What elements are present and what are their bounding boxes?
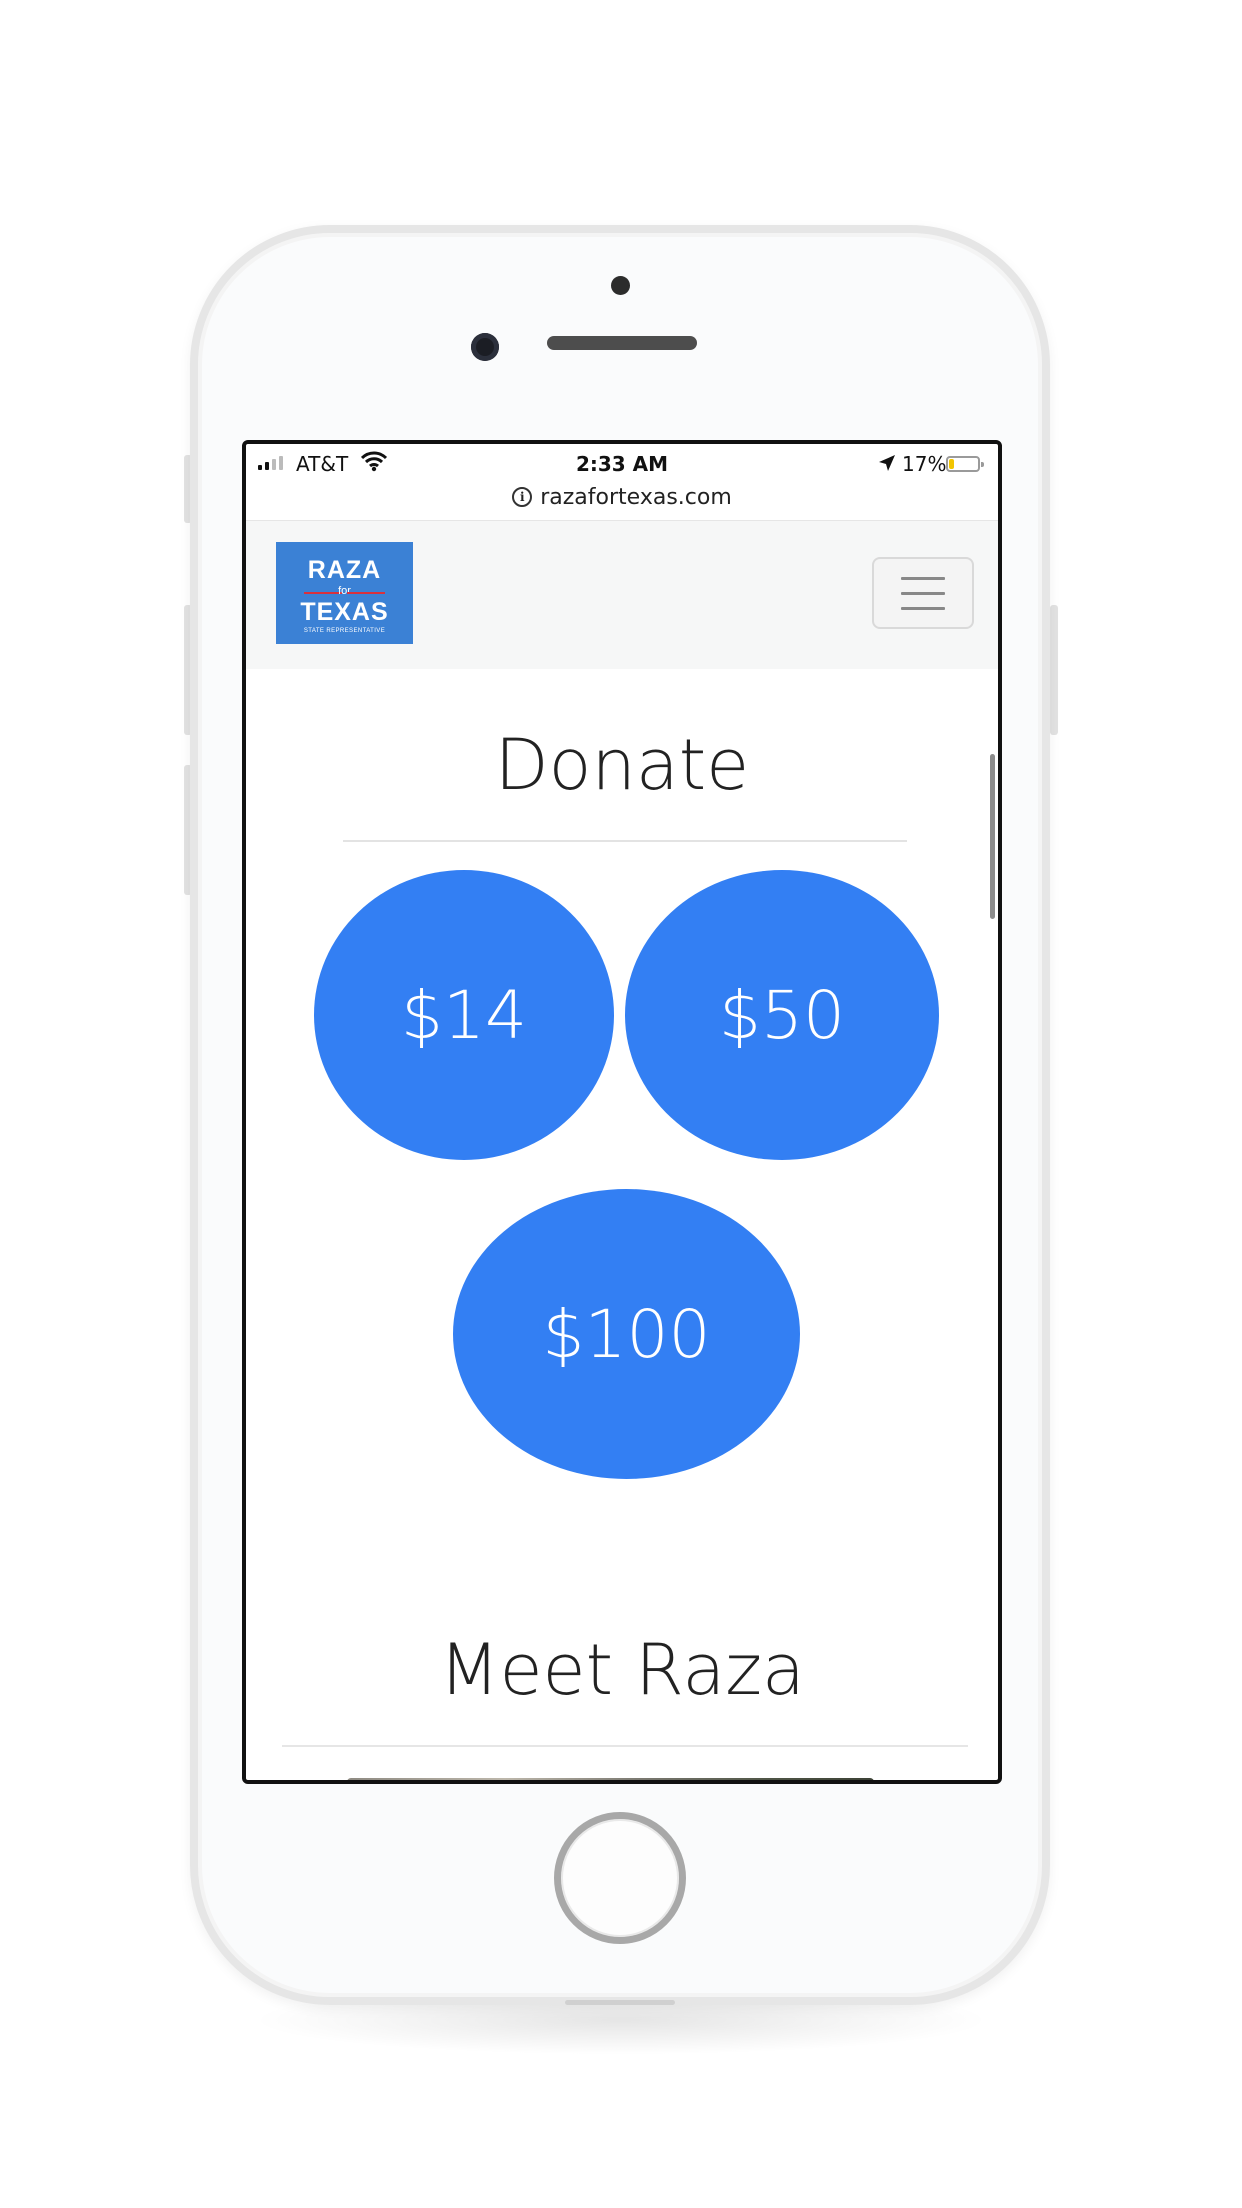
donate-heading: Donate	[494, 724, 750, 806]
bottom-edge	[565, 2000, 675, 2005]
status-bar: AT&T 2:33 AM 17%	[246, 444, 998, 480]
donate-50-button[interactable]: $50	[625, 870, 939, 1160]
home-button[interactable]	[554, 1812, 686, 1944]
power-button	[1050, 605, 1058, 735]
phone-screen: AT&T 2:33 AM 17% i razafortexas.com RAZA…	[242, 440, 1002, 1784]
donate-divider	[343, 840, 907, 842]
logo-connector: for	[338, 585, 351, 597]
logo-divider-right	[347, 592, 385, 594]
meet-heading: Meet Raza	[439, 1629, 805, 1711]
logo-subtitle: STATE REPRESENTATIVE	[303, 628, 386, 634]
address-bar[interactable]: i razafortexas.com	[246, 480, 998, 514]
battery-percentage: 17%	[902, 452, 947, 476]
site-logo[interactable]: RAZA for TEXAS STATE REPRESENTATIVE	[276, 542, 413, 644]
front-camera-icon	[471, 333, 499, 361]
location-arrow-icon	[879, 455, 895, 471]
candidate-photo	[347, 1778, 874, 1780]
donate-100-button[interactable]: $100	[453, 1189, 800, 1479]
site-navbar: RAZA for TEXAS STATE REPRESENTATIVE	[246, 520, 998, 669]
battery-icon	[946, 456, 984, 472]
url-text[interactable]: razafortexas.com	[540, 485, 732, 510]
logo-state: TEXAS	[300, 598, 389, 626]
donate-14-button[interactable]: $14	[314, 870, 614, 1160]
info-icon[interactable]: i	[512, 487, 533, 507]
proximity-sensor	[611, 276, 630, 295]
hamburger-menu-icon[interactable]	[872, 557, 974, 629]
meet-divider	[282, 1745, 968, 1747]
battery-level-fill	[949, 459, 954, 469]
logo-name: RAZA	[307, 556, 382, 584]
earpiece-speaker	[547, 336, 697, 350]
